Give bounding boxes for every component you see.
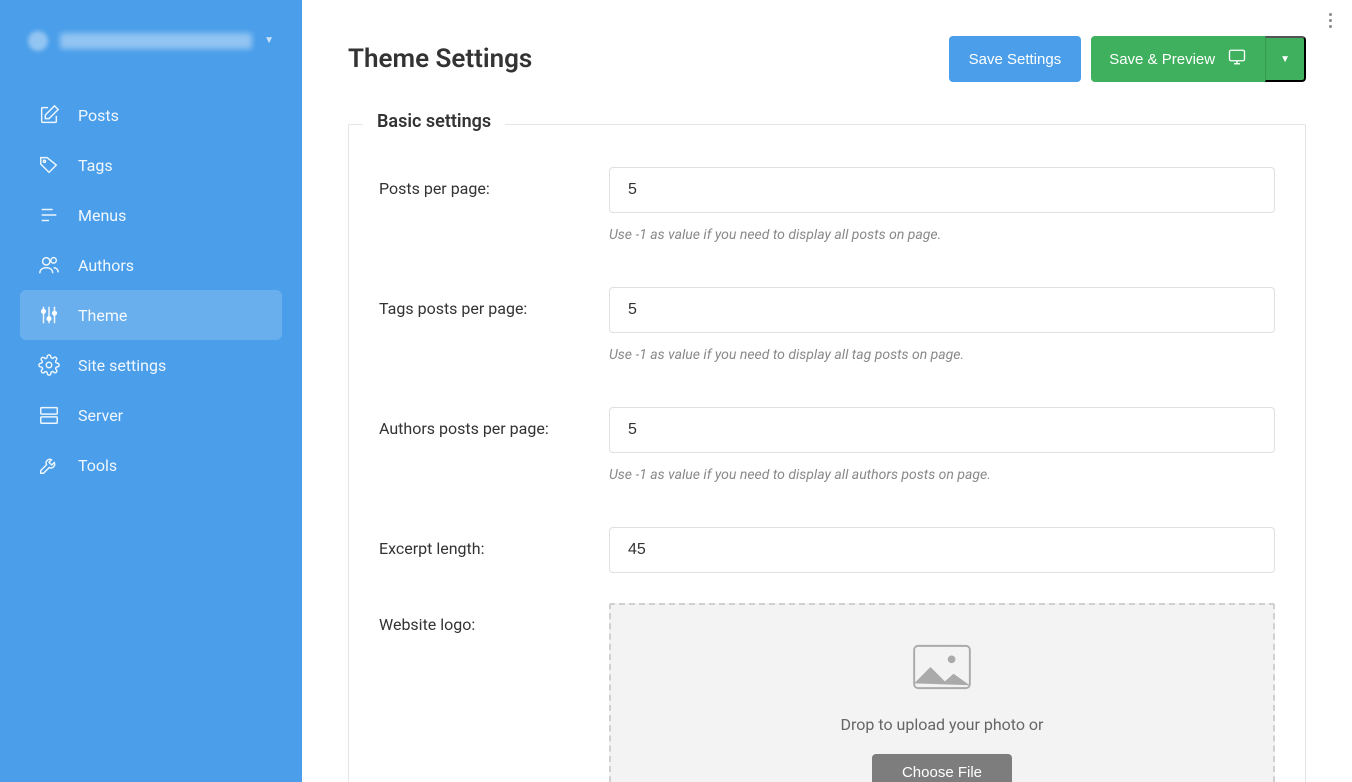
site-switcher[interactable]: ▼ (0, 20, 302, 76)
posts-per-page-label: Posts per page: (379, 167, 609, 198)
page-title: Theme Settings (348, 44, 949, 74)
save-settings-button[interactable]: Save Settings (949, 36, 1082, 82)
excerpt-length-row: Excerpt length: (379, 527, 1275, 573)
basic-settings-fieldset: Basic settings Posts per page: Use -1 as… (348, 124, 1306, 782)
content: Basic settings Posts per page: Use -1 as… (302, 124, 1352, 782)
dropzone-text: Drop to upload your photo or (841, 715, 1044, 734)
sidebar-item-label: Server (78, 406, 123, 425)
sidebar-item-site-settings[interactable]: Site settings (20, 340, 282, 390)
site-logo (28, 31, 48, 51)
save-preview-button[interactable]: Save & Preview (1091, 36, 1265, 82)
sidebar-item-label: Menus (78, 206, 126, 225)
tags-posts-per-page-hint: Use -1 as value if you need to display a… (609, 347, 1275, 363)
gear-icon (38, 354, 60, 376)
save-preview-label: Save & Preview (1109, 51, 1215, 68)
sidebar-item-label: Tools (78, 456, 117, 475)
sidebar-item-server[interactable]: Server (20, 390, 282, 440)
sidebar-item-label: Posts (78, 106, 119, 125)
tags-posts-per-page-label: Tags posts per page: (379, 287, 609, 318)
page-header: Theme Settings Save Settings Save & Prev… (302, 0, 1352, 110)
sidebar-item-theme[interactable]: Theme (20, 290, 282, 340)
posts-per-page-row: Posts per page: Use -1 as value if you n… (379, 167, 1275, 243)
server-icon (38, 404, 60, 426)
chevron-down-icon: ▼ (264, 35, 274, 46)
website-logo-label: Website logo: (379, 603, 609, 634)
save-preview-group: Save & Preview ▼ (1091, 36, 1306, 82)
main-content: Theme Settings Save Settings Save & Prev… (302, 0, 1352, 782)
chevron-down-icon: ▼ (1280, 54, 1290, 65)
sidebar-item-tags[interactable]: Tags (20, 140, 282, 190)
sidebar-item-label: Site settings (78, 356, 166, 375)
fieldset-legend: Basic settings (363, 111, 505, 132)
wrench-icon (38, 454, 60, 476)
sidebar-item-tools[interactable]: Tools (20, 440, 282, 490)
excerpt-length-label: Excerpt length: (379, 527, 609, 558)
sidebar: ▼ Posts Tags Menus (0, 0, 302, 782)
header-actions: Save Settings Save & Preview ▼ (949, 36, 1306, 82)
authors-posts-per-page-label: Authors posts per page: (379, 407, 609, 438)
edit-icon (38, 104, 60, 126)
tags-posts-per-page-input[interactable] (609, 287, 1275, 333)
posts-per-page-input[interactable] (609, 167, 1275, 213)
sidebar-item-label: Authors (78, 256, 134, 275)
tag-icon (38, 154, 60, 176)
authors-posts-per-page-hint: Use -1 as value if you need to display a… (609, 467, 1275, 483)
excerpt-length-input[interactable] (609, 527, 1275, 573)
sidebar-item-authors[interactable]: Authors (20, 240, 282, 290)
tags-posts-per-page-row: Tags posts per page: Use -1 as value if … (379, 287, 1275, 363)
kebab-menu[interactable] (1320, 8, 1340, 32)
authors-posts-per-page-row: Authors posts per page: Use -1 as value … (379, 407, 1275, 483)
sidebar-nav: Posts Tags Menus Authors (0, 76, 302, 490)
save-preview-dropdown[interactable]: ▼ (1265, 36, 1306, 82)
website-logo-row: Website logo: Drop to upload your photo … (379, 603, 1275, 782)
users-icon (38, 254, 60, 276)
sidebar-item-label: Theme (78, 306, 127, 325)
posts-per-page-hint: Use -1 as value if you need to display a… (609, 227, 1275, 243)
monitor-icon (1227, 48, 1247, 70)
sidebar-item-menus[interactable]: Menus (20, 190, 282, 240)
choose-file-button[interactable]: Choose File (872, 754, 1012, 782)
logo-dropzone[interactable]: Drop to upload your photo or Choose File (609, 603, 1275, 782)
sidebar-item-label: Tags (78, 156, 113, 175)
menu-list-icon (38, 204, 60, 226)
image-icon (911, 643, 973, 695)
sliders-icon (38, 304, 60, 326)
sidebar-item-posts[interactable]: Posts (20, 90, 282, 140)
authors-posts-per-page-input[interactable] (609, 407, 1275, 453)
site-name (60, 33, 252, 49)
